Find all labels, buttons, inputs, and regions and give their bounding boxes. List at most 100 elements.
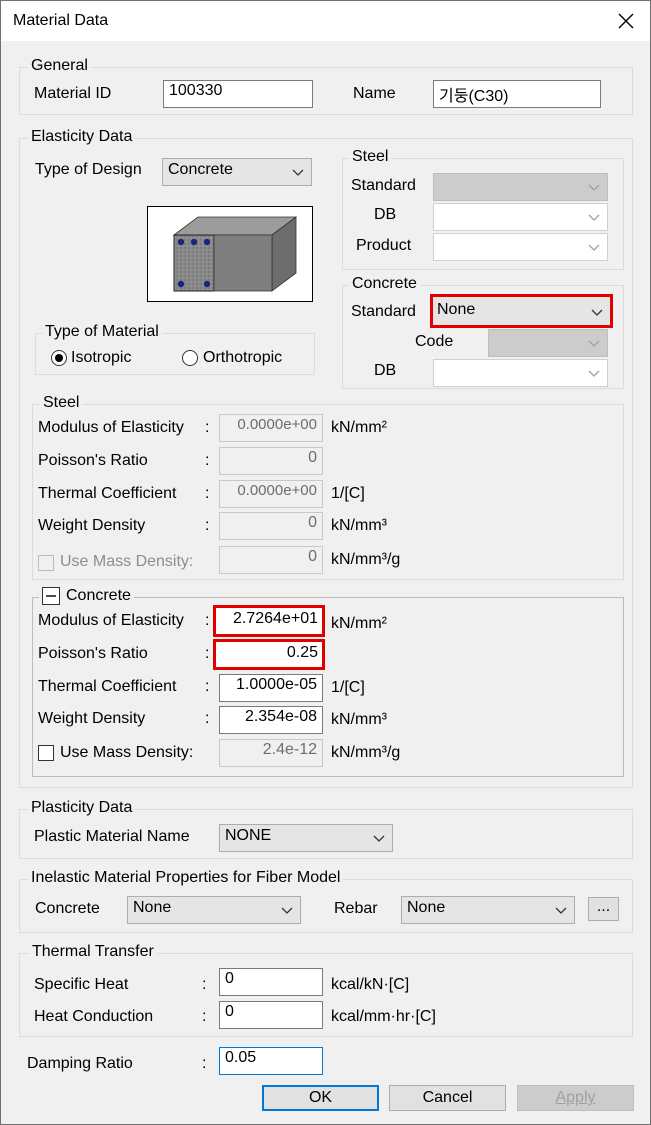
concrete-mass-density-field[interactable]: 2.4e-12 xyxy=(219,739,323,767)
concrete-poisson-label: Poisson's Ratio xyxy=(38,645,148,662)
concrete-thermal-unit: 1/[C] xyxy=(331,679,365,696)
cancel-button[interactable]: Cancel xyxy=(389,1085,506,1111)
chevron-down-icon xyxy=(588,244,600,251)
concrete-code-label: Code xyxy=(415,333,454,350)
chevron-down-icon xyxy=(555,907,567,914)
concrete-weight-field[interactable]: 2.354e-08 xyxy=(219,706,323,734)
colon: : xyxy=(205,452,210,469)
name-label: Name xyxy=(353,85,396,102)
type-of-design-value: Concrete xyxy=(168,161,233,178)
steel-product-select[interactable] xyxy=(433,233,608,261)
chevron-down-icon xyxy=(588,370,600,377)
type-of-design-label: Type of Design xyxy=(35,161,142,178)
steel-modulus-field[interactable]: 0.0000e+00 xyxy=(219,414,323,442)
elasticity-legend: Elasticity Data xyxy=(28,128,136,146)
orthotropic-radio[interactable] xyxy=(182,350,198,366)
thermal-legend: Thermal Transfer xyxy=(29,943,157,961)
material-id-label: Material ID xyxy=(34,85,112,102)
name-field[interactable]: 기둥(C30) xyxy=(433,80,601,108)
type-of-design-select[interactable]: Concrete xyxy=(162,158,312,186)
rebar-label: Rebar xyxy=(334,900,378,917)
colon: : xyxy=(205,517,210,534)
isotropic-radio[interactable] xyxy=(51,350,67,366)
damping-ratio-label: Damping Ratio xyxy=(27,1055,133,1072)
concrete-thermal-field[interactable]: 1.0000e-05 xyxy=(219,674,323,702)
heat-conduction-field[interactable]: 0 xyxy=(219,1001,323,1029)
rebar-more-button[interactable]: ... xyxy=(588,897,619,921)
steel-standard-select[interactable] xyxy=(433,173,608,201)
steel-mass-density-label: Use Mass Density: xyxy=(60,553,194,570)
steel-mass-density-unit: kN/mm³/g xyxy=(331,551,401,568)
steel-modulus-label: Modulus of Elasticity xyxy=(38,419,184,436)
concrete-beam-illustration xyxy=(172,216,298,292)
steel-db-label: DB xyxy=(374,206,397,223)
chevron-down-icon xyxy=(591,309,603,316)
inelastic-concrete-value: None xyxy=(133,899,172,916)
concrete-code-select[interactable] xyxy=(488,329,608,357)
plastic-material-select[interactable]: NONE xyxy=(219,824,393,852)
colon: : xyxy=(202,1008,207,1025)
close-button[interactable] xyxy=(610,5,642,37)
window-title: Material Data xyxy=(13,12,109,29)
chevron-down-icon xyxy=(588,214,600,221)
steel-poisson-label: Poisson's Ratio xyxy=(38,452,148,469)
inelastic-legend: Inelastic Material Properties for Fiber … xyxy=(28,869,344,887)
colon: : xyxy=(202,1055,207,1072)
steel-weight-field[interactable]: 0 xyxy=(219,512,323,540)
inelastic-concrete-select[interactable]: None xyxy=(127,896,301,924)
ok-button[interactable]: OK xyxy=(262,1085,379,1111)
concrete-standard-select[interactable]: None xyxy=(430,294,613,328)
chevron-down-icon xyxy=(292,169,304,176)
steel-weight-label: Weight Density xyxy=(38,517,146,534)
concrete-props-legend: Concrete xyxy=(39,587,134,605)
steel-thermal-unit: 1/[C] xyxy=(331,485,365,502)
collapse-icon[interactable] xyxy=(42,587,60,605)
steel-poisson-field[interactable]: 0 xyxy=(219,447,323,475)
colon: : xyxy=(205,485,210,502)
concrete-mass-density-checkbox[interactable] xyxy=(38,745,54,761)
concrete-design-legend: Concrete xyxy=(349,275,420,293)
steel-mass-density-checkbox[interactable] xyxy=(38,555,54,571)
steel-db-select[interactable] xyxy=(433,203,608,231)
steel-design-legend: Steel xyxy=(349,148,392,166)
type-of-material-legend: Type of Material xyxy=(42,323,162,341)
steel-standard-label: Standard xyxy=(351,177,416,194)
colon: : xyxy=(205,612,210,629)
colon: : xyxy=(205,678,210,695)
steel-props-legend: Steel xyxy=(40,394,83,412)
steel-modulus-unit: kN/mm² xyxy=(331,419,387,436)
chevron-down-icon xyxy=(373,835,385,842)
concrete-modulus-field[interactable]: 2.7264e+01 xyxy=(213,605,325,637)
concrete-weight-label: Weight Density xyxy=(38,710,146,727)
plasticity-legend: Plasticity Data xyxy=(28,799,136,817)
rebar-select[interactable]: None xyxy=(401,896,575,924)
concrete-db-label: DB xyxy=(374,362,397,379)
material-id-field[interactable]: 100330 xyxy=(163,80,313,108)
concrete-section-image xyxy=(147,206,313,302)
inelastic-concrete-label: Concrete xyxy=(35,900,100,917)
concrete-mass-density-label: Use Mass Density: xyxy=(60,744,194,761)
isotropic-label: Isotropic xyxy=(71,349,132,366)
chevron-down-icon xyxy=(588,340,600,347)
concrete-modulus-unit: kN/mm² xyxy=(331,615,387,632)
specific-heat-unit: kcal/kN·[C] xyxy=(331,976,410,993)
concrete-db-select[interactable] xyxy=(433,359,608,387)
steel-product-label: Product xyxy=(356,237,412,254)
colon: : xyxy=(202,976,207,993)
steel-thermal-field[interactable]: 0.0000e+00 xyxy=(219,480,323,508)
concrete-standard-label: Standard xyxy=(351,303,416,320)
concrete-props-legend-text: Concrete xyxy=(66,587,131,604)
close-icon xyxy=(618,13,634,29)
general-legend: General xyxy=(28,57,91,75)
title-bar: Material Data xyxy=(1,1,650,41)
heat-conduction-unit: kcal/mm·hr·[C] xyxy=(331,1008,436,1025)
steel-thermal-label: Thermal Coefficient xyxy=(38,485,177,502)
concrete-weight-unit: kN/mm³ xyxy=(331,711,387,728)
plastic-material-label: Plastic Material Name xyxy=(34,828,190,845)
steel-mass-density-field[interactable]: 0 xyxy=(219,546,323,574)
damping-ratio-field[interactable]: 0.05 xyxy=(219,1047,323,1075)
concrete-poisson-field[interactable]: 0.25 xyxy=(213,639,325,670)
apply-button[interactable]: Apply xyxy=(517,1085,634,1111)
specific-heat-field[interactable]: 0 xyxy=(219,968,323,996)
chevron-down-icon xyxy=(588,184,600,191)
